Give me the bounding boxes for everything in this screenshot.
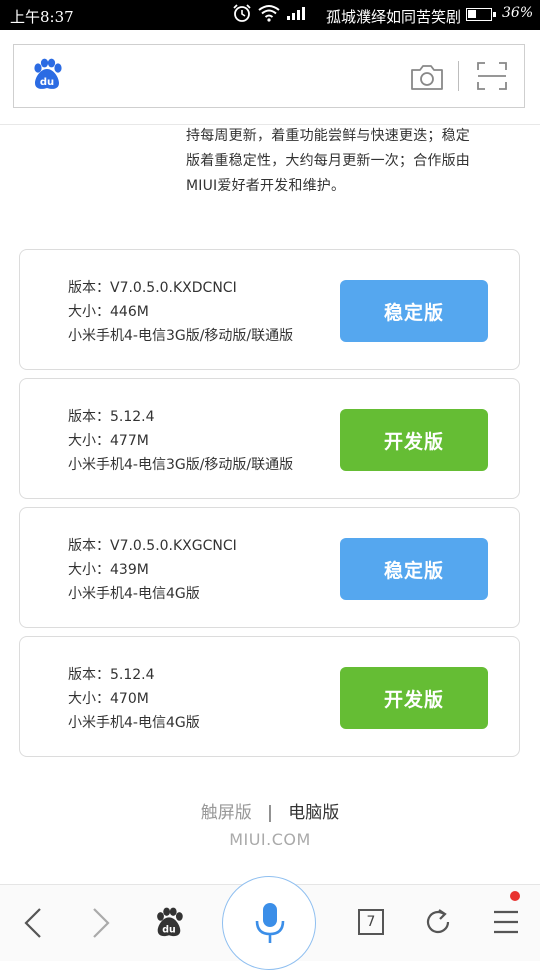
rom-size: 大小：439M [68,562,149,578]
battery-icon [466,8,496,21]
dev-download-button[interactable]: 开发版 [340,667,488,729]
rom-version: 版本：5.12.4 [68,667,155,683]
rom-version: 版本：V7.0.5.0.KXGCNCI [68,538,237,554]
microphone-icon [255,903,285,943]
rom-card: 版本：5.12.4 大小：470M 小米手机4-电信4G版 开发版 [19,636,520,757]
battery-percent: 36% [502,5,534,21]
footer-separator: | [267,803,273,823]
camera-icon[interactable] [410,63,444,95]
stable-download-button[interactable]: 稳定版 [340,280,488,342]
rom-model: 小米手机4-电信3G版/移动版/联通版 [68,457,294,473]
scan-icon[interactable] [476,61,508,95]
voice-search-button[interactable] [222,876,316,970]
rom-size: 大小：477M [68,433,149,449]
rom-card: 版本：5.12.4 大小：477M 小米手机4-电信3G版/移动版/联通版 开发… [19,378,520,499]
rom-info: 版本：V7.0.5.0.KXGCNCI 大小：439M 小米手机4-电信4G版 [68,534,237,606]
dev-download-button[interactable]: 开发版 [340,409,488,471]
rom-model: 小米手机4-电信4G版 [68,715,200,731]
wifi-icon [258,4,280,26]
rom-model: 小米手机4-电信3G版/移动版/联通版 [68,328,294,344]
browser-header: du [0,30,540,125]
stable-download-button[interactable]: 稳定版 [340,538,488,600]
svg-text:du: du [162,924,175,935]
header-divider [458,61,459,91]
refresh-icon[interactable] [423,907,453,941]
status-song: 孤城濮绎如同苦笑剧 [326,8,462,26]
baidu-paw-icon[interactable]: du [30,58,64,96]
status-bar: 上午8:37 孤城濮绎如同苦笑剧 36% [0,0,540,30]
menu-icon[interactable] [493,909,519,939]
status-time: 上午8:37 [10,8,74,26]
rom-model: 小米手机4-电信4G版 [68,586,200,602]
tabs-count-button[interactable]: 7 [358,909,384,935]
touch-version-link[interactable]: 触屏版 [201,803,252,823]
search-box[interactable]: du [13,44,525,108]
rom-size: 大小：446M [68,304,149,320]
intro-text: 持每周更新，着重功能尝鲜与快速更迭；稳定 版着重稳定性，大约每月更新一次；合作版… [186,124,516,199]
rom-version: 版本：V7.0.5.0.KXDCNCI [68,280,237,296]
footer-links: 触屏版 | 电脑版 [0,798,540,823]
intro-line: MIUI爱好者开发和维护。 [186,178,346,194]
rom-info: 版本：V7.0.5.0.KXDCNCI 大小：446M 小米手机4-电信3G版/… [68,276,293,348]
baidu-paw-icon[interactable]: du [153,907,185,943]
footer-domain: MIUI.COM [229,830,311,849]
pc-version-link[interactable]: 电脑版 [288,803,339,823]
intro-line: 持每周更新，着重功能尝鲜与快速更迭；稳定 [186,128,470,144]
rom-card: 版本：V7.0.5.0.KXGCNCI 大小：439M 小米手机4-电信4G版 … [19,507,520,628]
intro-line: 版着重稳定性，大约每月更新一次；合作版由 [186,153,470,169]
rom-size: 大小：470M [68,691,149,707]
forward-arrow-icon[interactable] [90,907,112,943]
alarm-icon [232,3,252,27]
rom-info: 版本：5.12.4 大小：470M 小米手机4-电信4G版 [68,663,200,735]
rom-info: 版本：5.12.4 大小：477M 小米手机4-电信3G版/移动版/联通版 [68,405,293,477]
svg-text:du: du [40,77,54,88]
notification-dot [510,891,520,901]
rom-version: 版本：5.12.4 [68,409,155,425]
back-arrow-icon[interactable] [22,907,44,943]
rom-card: 版本：V7.0.5.0.KXDCNCI 大小：446M 小米手机4-电信3G版/… [19,249,520,370]
signal-icon [286,5,308,25]
